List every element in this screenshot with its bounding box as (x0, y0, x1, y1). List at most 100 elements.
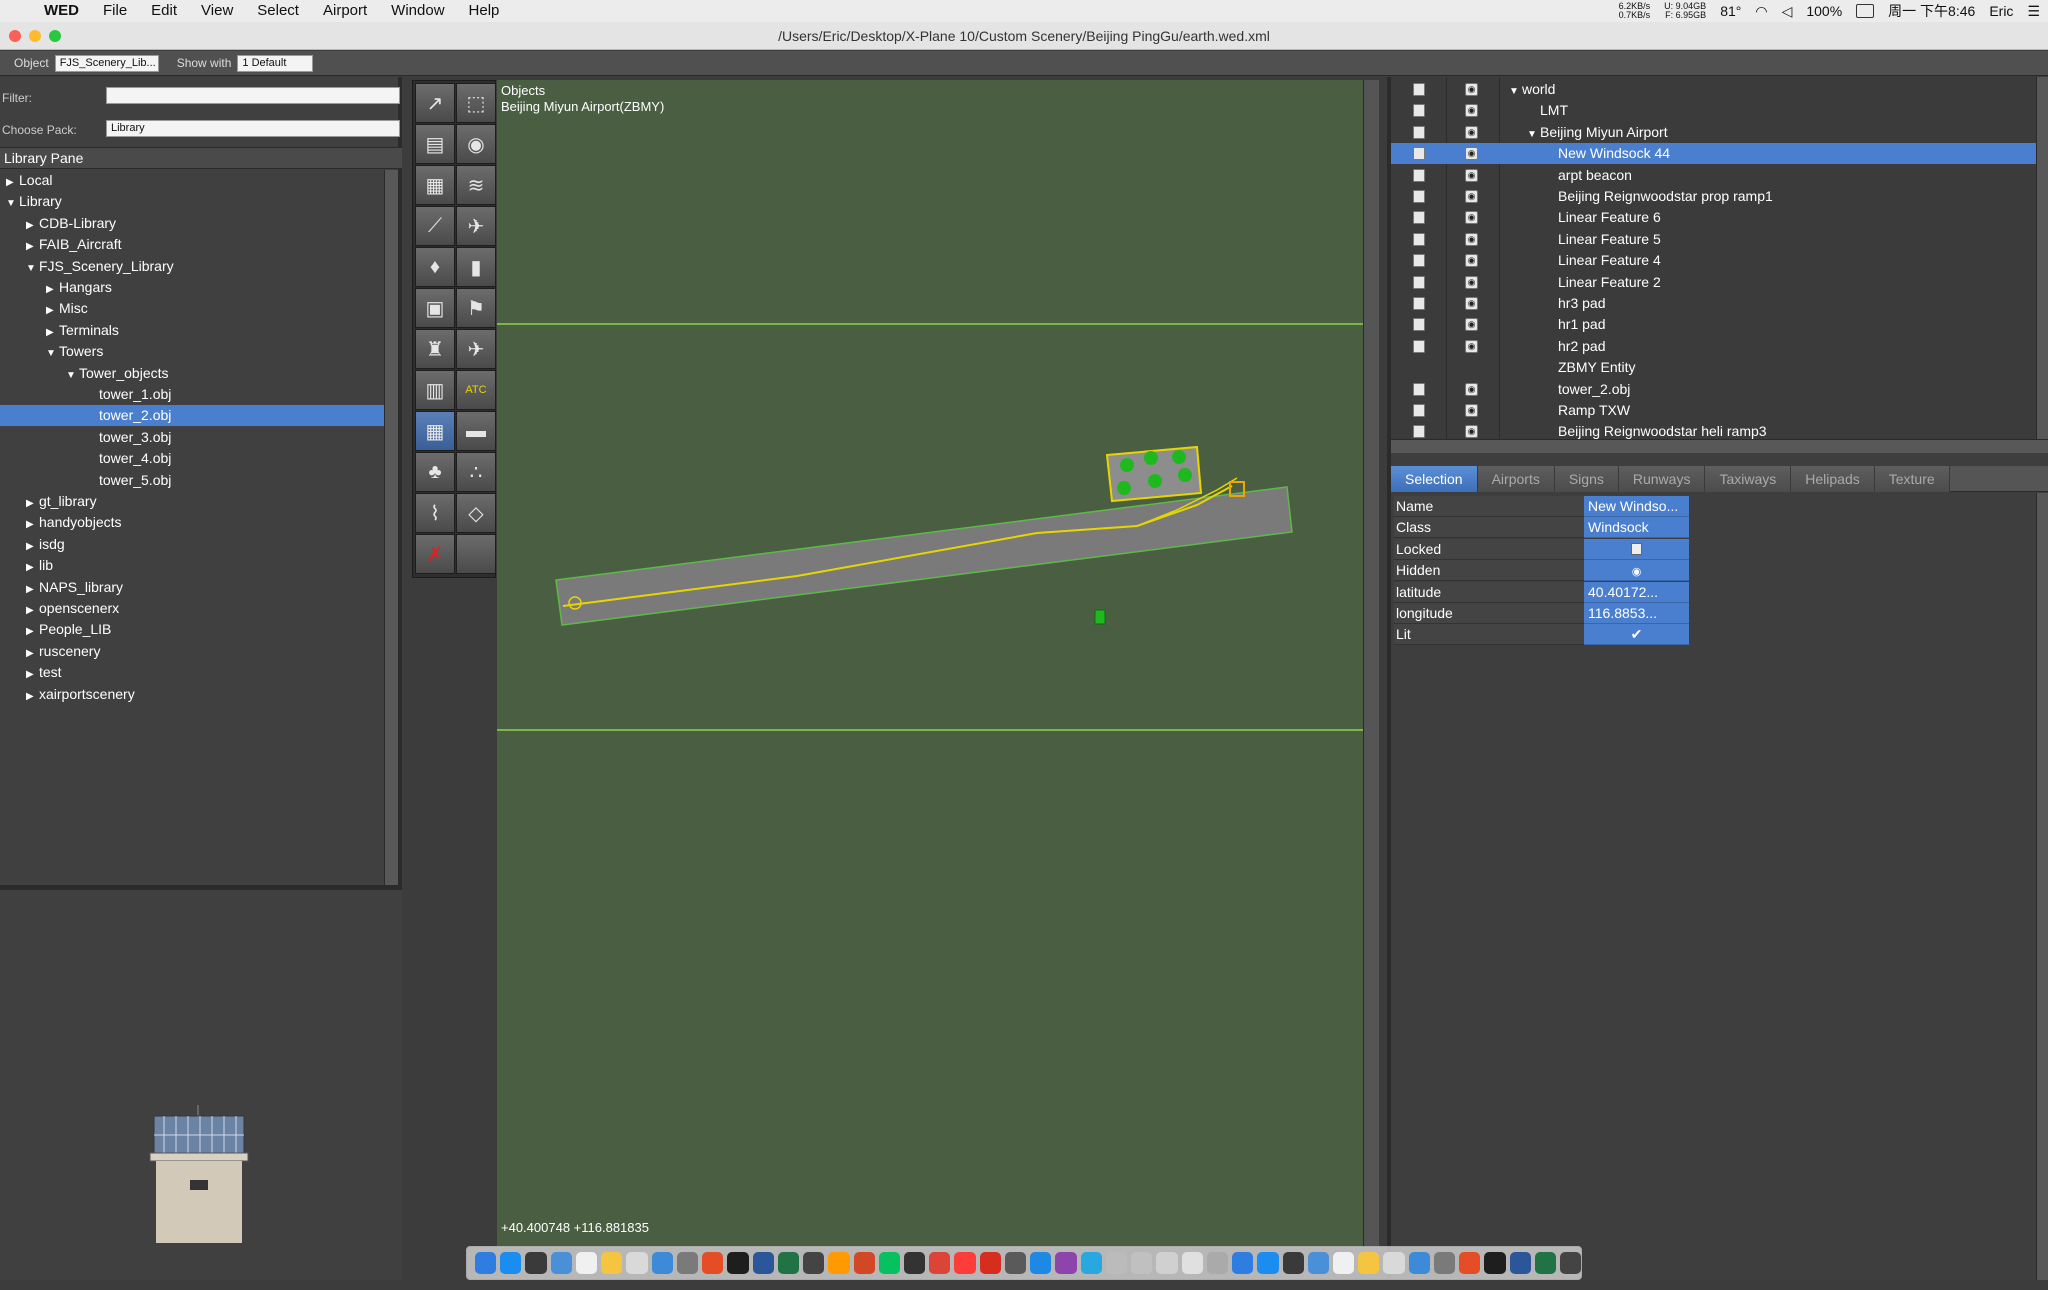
disclosure-right-icon[interactable]: ▶ (46, 300, 59, 321)
dock-app-icon[interactable] (878, 1252, 900, 1274)
lock-icon[interactable] (1584, 538, 1689, 560)
airport-tool-icon[interactable]: ▣ (415, 288, 455, 328)
menu-help[interactable]: Help (457, 0, 512, 22)
hierarchy-row[interactable]: ZBMY Entity (1391, 357, 2036, 378)
library-item[interactable]: tower_4.obj (0, 448, 384, 469)
dock-app-icon[interactable] (1509, 1252, 1531, 1274)
hierarchy-row[interactable]: ◉ Beijing Reignwoodstar prop ramp1 (1391, 186, 2036, 207)
dock-app-icon[interactable] (1004, 1252, 1027, 1274)
disclosure-down-icon[interactable]: ▼ (46, 343, 59, 364)
tab-texture[interactable]: Texture (1874, 466, 1950, 492)
hierarchy-vscrollbar[interactable] (2036, 77, 2048, 439)
eye-icon[interactable]: ◉ (1465, 254, 1478, 268)
hierarchy-row[interactable]: ◉ hr3 pad (1391, 293, 2036, 314)
dock-app-icon[interactable] (500, 1252, 522, 1274)
hierarchy-row[interactable]: ◉ hr1 pad (1391, 314, 2036, 335)
string-tool-icon[interactable]: ∴ (456, 452, 496, 492)
library-item[interactable]: ▼ Tower_objects (0, 363, 384, 384)
dock-app-icon[interactable] (803, 1252, 825, 1274)
disclosure-down-icon[interactable]: ▼ (1509, 81, 1522, 102)
lock-icon[interactable] (1413, 190, 1425, 203)
eye-icon[interactable]: ◉ (1465, 232, 1478, 246)
eye-icon[interactable]: ◉ (1465, 404, 1478, 417)
library-item[interactable]: ▶ CDB-Library (0, 213, 384, 234)
lock-icon[interactable] (1413, 232, 1425, 246)
polygon-tool-icon[interactable]: ◇ (456, 493, 496, 533)
dock-app-icon[interactable] (1560, 1252, 1582, 1274)
eye-icon[interactable]: ◉ (1465, 83, 1478, 96)
dock-app-icon[interactable] (1358, 1252, 1380, 1274)
dock-app-icon[interactable] (1030, 1252, 1052, 1274)
hierarchy-row[interactable]: ◉ Ramp TXW (1391, 400, 2036, 421)
sealane-tool-icon[interactable]: ≋ (456, 165, 496, 205)
dock-app-icon[interactable] (1332, 1252, 1355, 1274)
tab-helipads[interactable]: Helipads (1791, 466, 1875, 492)
minimize-icon[interactable] (29, 30, 41, 42)
dock-app-icon[interactable] (550, 1252, 572, 1274)
library-item[interactable]: ▶ Local (0, 170, 384, 191)
property-value[interactable]: Windsock (1584, 517, 1689, 539)
library-item[interactable]: tower_3.obj (0, 427, 384, 448)
map-vscrollbar[interactable] (1363, 80, 1379, 1248)
eye-icon[interactable]: ◉ (1465, 168, 1478, 182)
taxiway-tool-icon[interactable]: ▦ (415, 165, 455, 205)
eye-icon[interactable]: ◉ (1584, 560, 1689, 582)
library-item[interactable]: ▶ People_LIB (0, 619, 384, 640)
dock-app-icon[interactable] (1307, 1252, 1329, 1274)
disclosure-down-icon[interactable]: ▼ (1527, 124, 1540, 145)
dock-app-icon[interactable] (702, 1252, 724, 1274)
library-item[interactable]: tower_1.obj (0, 384, 384, 405)
hierarchy-row[interactable]: ◉ tower_2.obj (1391, 379, 2036, 400)
hierarchy-row[interactable]: ◉ Linear Feature 5 (1391, 229, 2036, 250)
disclosure-right-icon[interactable]: ▶ (26, 643, 39, 664)
library-item[interactable]: tower_2.obj (0, 405, 384, 427)
library-item[interactable]: ▶ lib (0, 555, 384, 576)
dock-app-icon[interactable] (651, 1252, 673, 1274)
eye-icon[interactable]: ◉ (1465, 382, 1478, 396)
battery-icon[interactable] (1856, 4, 1875, 18)
eye-icon[interactable]: ◉ (1465, 318, 1478, 332)
boundary-tool-icon[interactable]: ▥ (415, 370, 455, 410)
dock-app-icon[interactable] (1408, 1252, 1430, 1274)
hierarchy-row[interactable]: ◉ Linear Feature 2 (1391, 272, 2036, 293)
filter-input[interactable] (106, 87, 400, 104)
dock-app-icon[interactable] (1156, 1252, 1178, 1274)
dock-app-icon[interactable] (929, 1252, 951, 1274)
choose-pack-select[interactable]: Library (106, 120, 400, 137)
atc-tool-icon[interactable]: ATC (456, 370, 496, 410)
dock-app-icon[interactable] (1181, 1252, 1203, 1274)
tab-signs[interactable]: Signs (1554, 466, 1619, 492)
dock-app-icon[interactable] (828, 1252, 850, 1274)
menu-window[interactable]: Window (379, 0, 456, 22)
dock-app-icon[interactable] (601, 1252, 623, 1274)
dock-app-icon[interactable] (575, 1252, 598, 1274)
close-icon[interactable] (9, 30, 21, 42)
library-vscrollbar[interactable] (384, 170, 398, 934)
disclosure-down-icon[interactable]: ▼ (6, 193, 19, 214)
dock-app-icon[interactable] (1257, 1252, 1279, 1274)
disclosure-right-icon[interactable]: ▶ (6, 172, 19, 193)
app-menu[interactable]: WED (32, 0, 91, 22)
dock-app-icon[interactable] (853, 1252, 875, 1274)
disclosure-right-icon[interactable]: ▶ (46, 322, 59, 343)
battery-label[interactable]: 100% (1806, 3, 1842, 19)
aircraft-tool-icon[interactable]: ✈ (456, 329, 496, 369)
dock-app-icon[interactable] (1055, 1252, 1077, 1274)
hierarchy-row[interactable]: ◉ Beijing Reignwoodstar heli ramp3 (1391, 421, 2036, 439)
property-vscrollbar[interactable] (2036, 493, 2048, 1280)
menu-view[interactable]: View (189, 0, 245, 22)
exclusion-tool-icon[interactable]: ✗ (415, 534, 455, 574)
wifi-icon[interactable]: ◠ (1755, 3, 1767, 20)
hierarchy-row[interactable]: ◉ hr2 pad (1391, 336, 2036, 357)
lock-icon[interactable] (1413, 318, 1425, 332)
dock-app-icon[interactable] (475, 1252, 497, 1274)
helipad-tool-icon[interactable]: ◉ (456, 124, 496, 164)
dock-app-icon[interactable] (1232, 1252, 1254, 1274)
tab-taxiways[interactable]: Taxiways (1705, 466, 1792, 492)
lock-icon[interactable] (1413, 254, 1425, 268)
lock-icon[interactable] (1413, 125, 1425, 139)
dock-app-icon[interactable] (1080, 1252, 1102, 1274)
dock-app-icon[interactable] (1534, 1252, 1557, 1274)
lock-icon[interactable] (1413, 147, 1425, 161)
disclosure-down-icon[interactable]: ▼ (26, 258, 39, 279)
